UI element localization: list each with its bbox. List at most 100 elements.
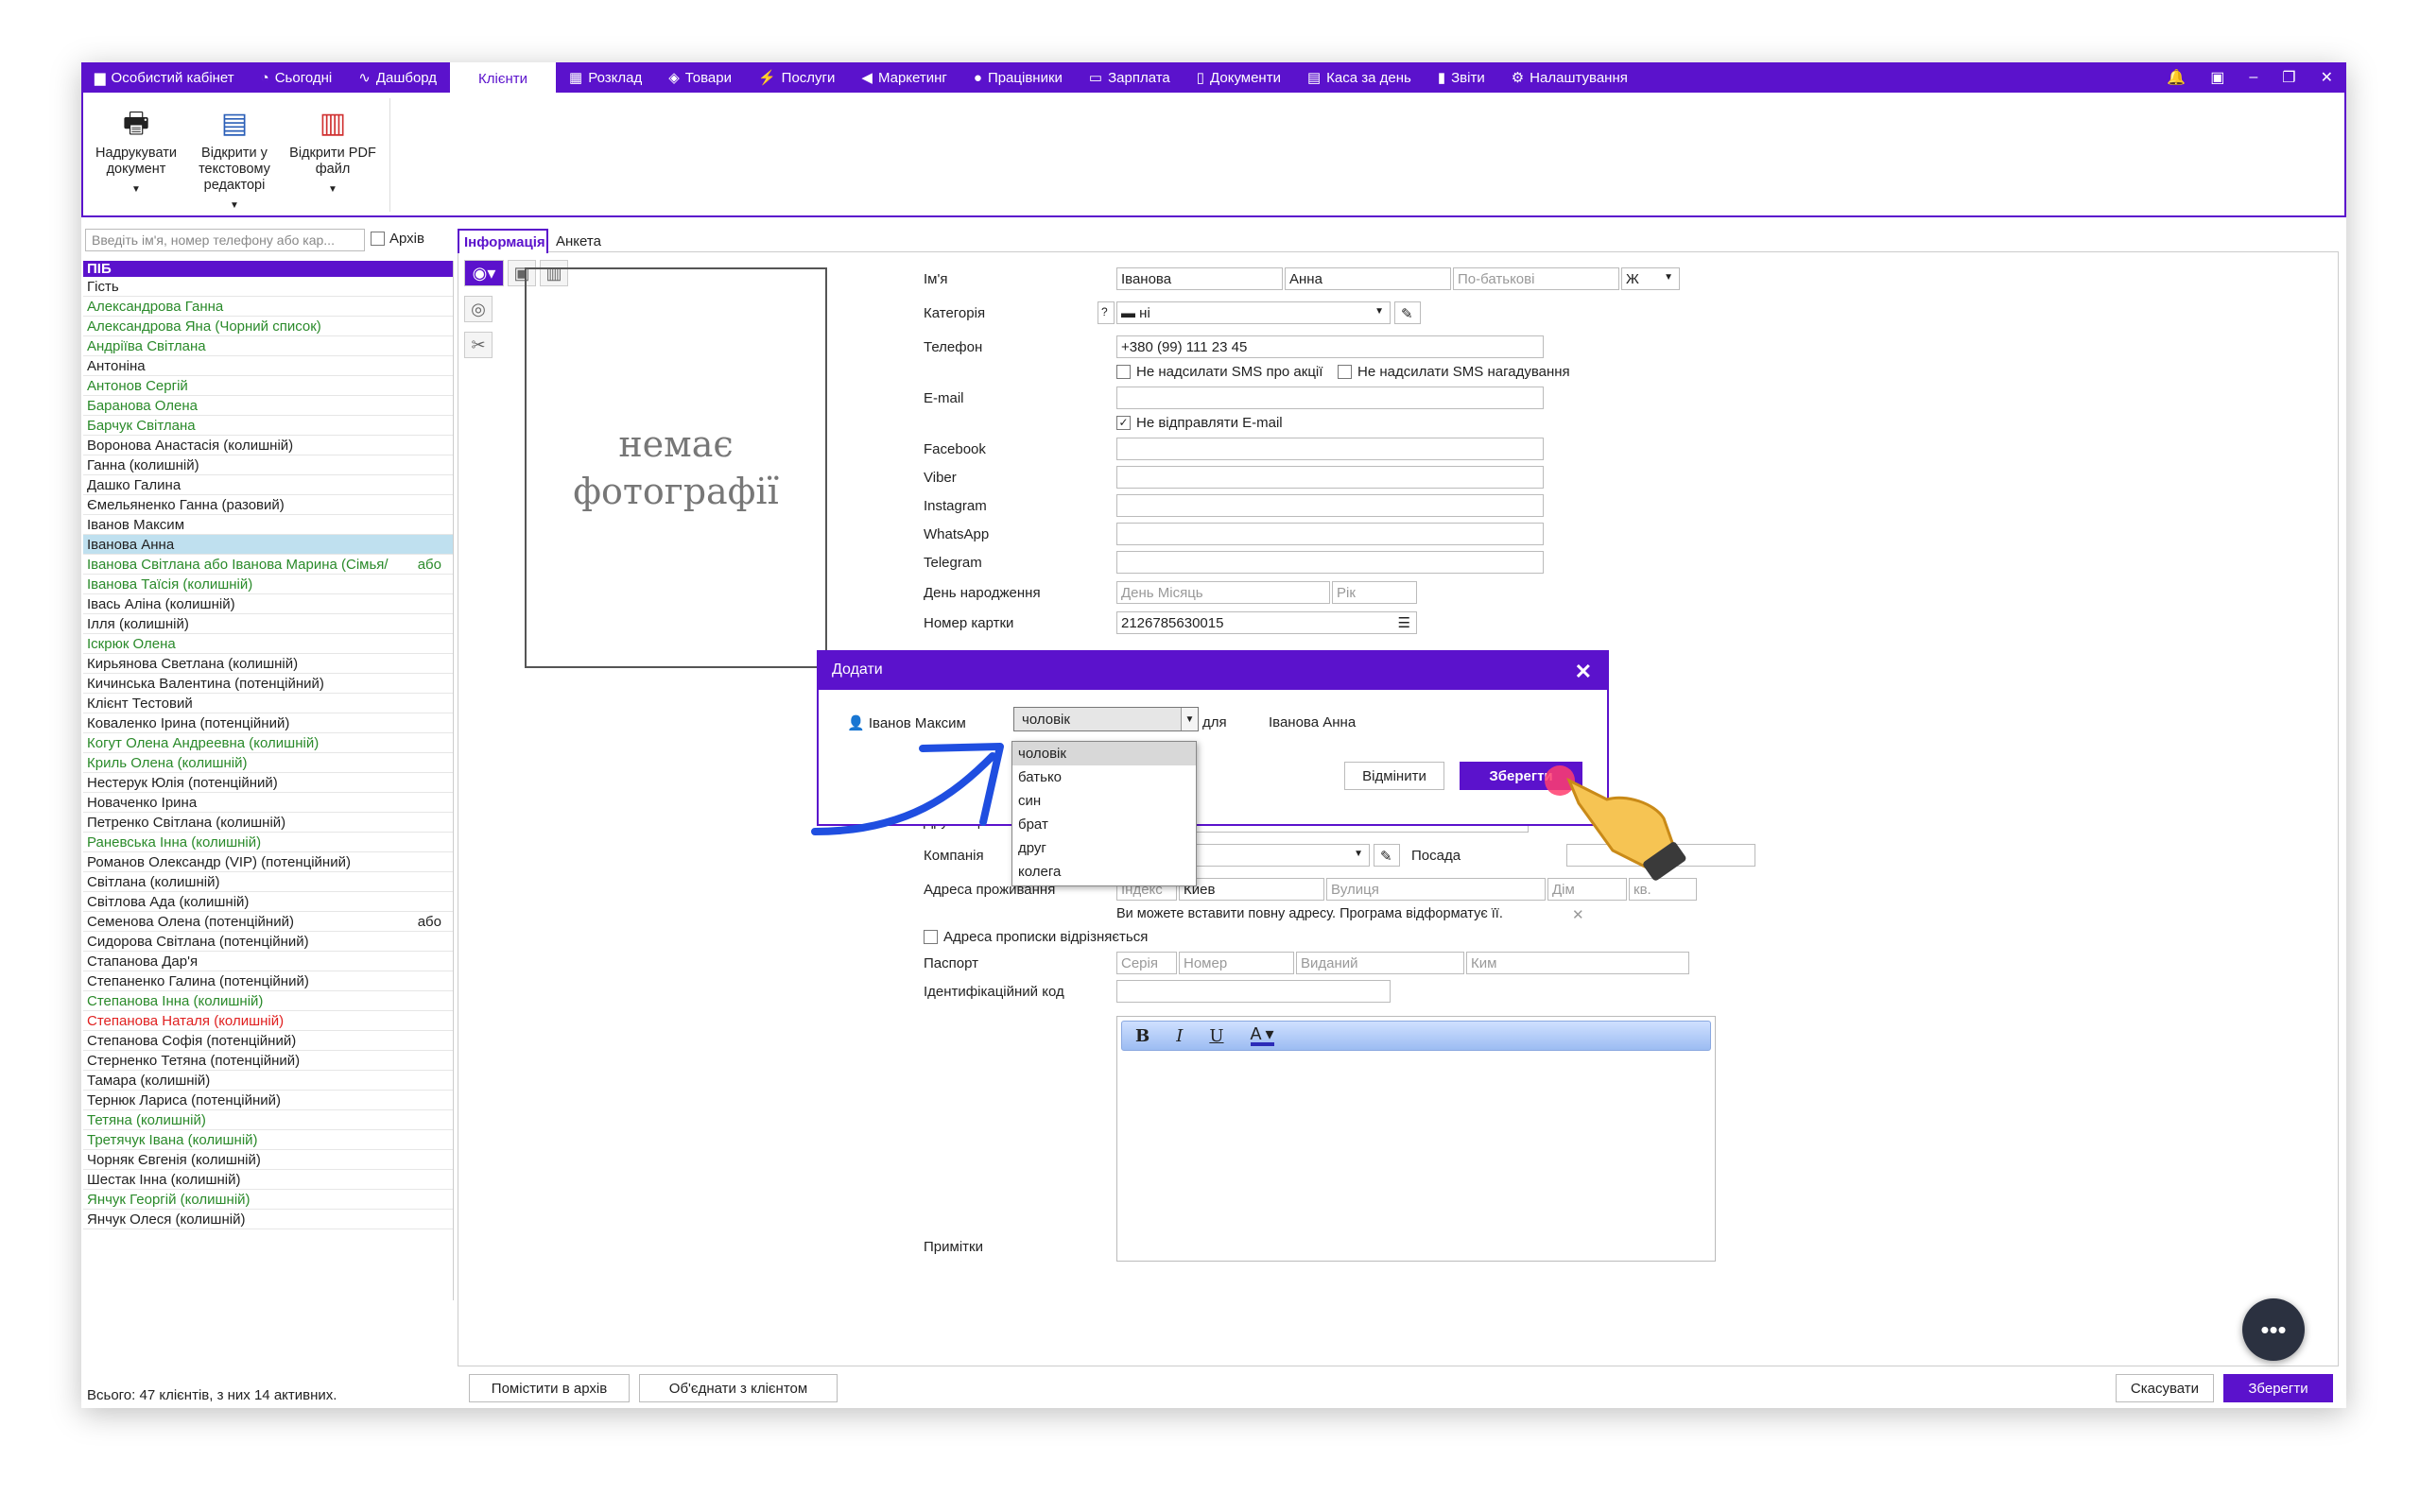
client-row[interactable]: Барчук Світлана: [83, 416, 453, 436]
nav-calculator[interactable]: ▤ Каса за день: [1294, 62, 1425, 93]
client-row[interactable]: Степанова Наталя (колишній): [83, 1011, 453, 1031]
client-row[interactable]: Баранова Олена: [83, 396, 453, 416]
client-row[interactable]: Степаненко Галина (потенційний): [83, 971, 453, 991]
client-row[interactable]: Кичинська Валентина (потенційний): [83, 674, 453, 694]
client-row[interactable]: Тетяна (колишній): [83, 1110, 453, 1130]
street-input[interactable]: Вулиця: [1326, 878, 1546, 901]
client-row[interactable]: Іванов Максим: [83, 515, 453, 535]
relation-option[interactable]: чоловік: [1012, 742, 1196, 765]
client-row[interactable]: Степанова Інна (колишній): [83, 991, 453, 1011]
client-row[interactable]: Третячук Івана (колишній): [83, 1130, 453, 1150]
city-input[interactable]: Киев: [1179, 878, 1324, 901]
relation-option[interactable]: батько: [1012, 765, 1196, 789]
email-input[interactable]: [1116, 387, 1544, 409]
client-row[interactable]: Янчук Олеся (колишній): [83, 1210, 453, 1229]
firstname-input[interactable]: Анна: [1285, 267, 1451, 290]
relation-option[interactable]: брат: [1012, 813, 1196, 836]
passport-series-input[interactable]: Серія: [1116, 952, 1177, 974]
chat-bubble-icon[interactable]: •••: [2242, 1298, 2305, 1361]
instagram-input[interactable]: [1116, 494, 1544, 517]
webcam-button[interactable]: ◎: [464, 296, 493, 322]
patronymic-input[interactable]: По-батькові: [1453, 267, 1619, 290]
client-row[interactable]: Коваленко Ірина (потенційний): [83, 713, 453, 733]
client-row[interactable]: Іванова Таїсія (колишній): [83, 575, 453, 594]
client-row[interactable]: Іванова Світлана або Іванова Марина (Сім…: [83, 555, 453, 575]
category-help-icon[interactable]: ?: [1098, 301, 1115, 324]
client-row[interactable]: Івась Аліна (колишній): [83, 594, 453, 614]
client-row[interactable]: Александрова Ганна: [83, 297, 453, 317]
nav-money[interactable]: ▭ Зарплата: [1076, 62, 1184, 93]
position-input[interactable]: [1566, 844, 1755, 867]
client-row[interactable]: Стерненко Тетяна (потенційний): [83, 1051, 453, 1071]
close-icon[interactable]: ✕: [2321, 68, 2333, 87]
client-row[interactable]: Когут Олена Андреевна (колишній): [83, 733, 453, 753]
italic-button[interactable]: I: [1176, 1026, 1183, 1046]
close-icon[interactable]: ✕: [1575, 660, 1592, 684]
phone-input[interactable]: +380 (99) 111 23 45: [1116, 335, 1544, 358]
client-row[interactable]: Нестерук Юлія (потенційний): [83, 773, 453, 793]
crop-button[interactable]: ✂: [464, 332, 493, 358]
minimize-icon[interactable]: –: [2249, 69, 2257, 86]
notes-editor[interactable]: B I U A ▾: [1116, 1016, 1716, 1262]
tab-info[interactable]: Інформація: [458, 229, 548, 253]
client-row[interactable]: Сидорова Світлана (потенційний): [83, 932, 453, 952]
dialog-save-button[interactable]: Зберегти: [1460, 762, 1582, 790]
surname-input[interactable]: Іванова: [1116, 267, 1283, 290]
open-pdf-button[interactable]: ▥ Відкрити PDF файл ▼: [285, 104, 380, 198]
client-row[interactable]: Антоніна: [83, 356, 453, 376]
edit-company-button[interactable]: ✎: [1374, 844, 1400, 867]
client-row[interactable]: Тамара (колишній): [83, 1071, 453, 1091]
nav-briefcase[interactable]: ▆ Особистий кабінет: [81, 62, 248, 93]
category-select[interactable]: ▬ ні ▼: [1116, 301, 1391, 324]
card-number-input[interactable]: 2126785630015 ☰: [1116, 611, 1417, 634]
nav-clients[interactable]: Клієнти: [450, 62, 557, 94]
birth-year-input[interactable]: Рік: [1332, 581, 1417, 604]
gender-select[interactable]: Ж ▼: [1621, 267, 1680, 290]
client-search-input[interactable]: Введіть ім'я, номер телефону або кар...: [85, 229, 365, 251]
client-row[interactable]: Клієнт Тестовий: [83, 694, 453, 713]
client-row[interactable]: Петренко Світлана (колишній): [83, 813, 453, 833]
edit-category-button[interactable]: ✎: [1394, 301, 1421, 324]
passport-issued-input[interactable]: Виданий: [1296, 952, 1464, 974]
add-photo-button[interactable]: ◉▾: [464, 260, 504, 286]
save-button[interactable]: Зберегти: [2223, 1374, 2333, 1402]
client-row[interactable]: Стапанова Дар'я: [83, 952, 453, 971]
relation-option[interactable]: колега: [1012, 860, 1196, 884]
nav-user[interactable]: ● Працівники: [960, 62, 1076, 93]
bold-button[interactable]: B: [1135, 1026, 1150, 1046]
cancel-button[interactable]: Скасувати: [2116, 1374, 2214, 1402]
client-row[interactable]: Антонов Сергій: [83, 376, 453, 396]
relation-select[interactable]: чоловік ▼: [1013, 707, 1199, 731]
client-row[interactable]: Новаченко Ірина: [83, 793, 453, 813]
client-row[interactable]: Іскрюк Олена: [83, 634, 453, 654]
dialog-cancel-button[interactable]: Відмінити: [1344, 762, 1444, 790]
lock-icon[interactable]: ▣: [2210, 68, 2224, 87]
client-row[interactable]: Ємельяненко Ганна (разовий): [83, 495, 453, 515]
nav-clock[interactable]: ◔ Сьогодні: [248, 62, 346, 93]
nav-megaphone[interactable]: ◀ Маркетинг: [848, 62, 959, 93]
whatsapp-input[interactable]: [1116, 523, 1544, 545]
relation-option[interactable]: син: [1012, 789, 1196, 813]
client-row[interactable]: Семенова Олена (потенційний) або: [83, 912, 453, 932]
no-sms-reminder-checkbox[interactable]: Не надсилати SMS нагадування: [1338, 364, 1570, 380]
no-email-checkbox[interactable]: ✓ Не відправляти E-mail: [1116, 415, 1283, 431]
client-row[interactable]: Тернюк Лариса (потенційний): [83, 1091, 453, 1110]
nav-bolt[interactable]: ⚡ Послуги: [745, 62, 848, 93]
client-row[interactable]: Кирьянова Светлана (колишній): [83, 654, 453, 674]
nav-calendar[interactable]: ▦ Розклад: [556, 62, 655, 93]
client-row[interactable]: Ілля (колишній): [83, 614, 453, 634]
open-text-editor-button[interactable]: ▤ Відкрити у текстовому редакторі ▼: [187, 104, 282, 214]
font-color-button[interactable]: A ▾: [1250, 1025, 1274, 1046]
client-row[interactable]: Раневська Інна (колишній): [83, 833, 453, 852]
relation-option[interactable]: друг: [1012, 836, 1196, 860]
client-row[interactable]: Воронова Анастасія (колишній): [83, 436, 453, 455]
close-icon[interactable]: ✕: [1572, 906, 1584, 923]
client-row[interactable]: Степанова Софія (потенційний): [83, 1031, 453, 1051]
address-reg-diff-checkbox[interactable]: Адреса прописки відрізняється: [924, 929, 1148, 945]
client-row[interactable]: Ганна (колишній): [83, 455, 453, 475]
facebook-input[interactable]: [1116, 438, 1544, 460]
client-row[interactable]: Іванова Анна: [83, 535, 453, 555]
nav-box[interactable]: ◈ Товари: [655, 62, 745, 93]
archive-client-button[interactable]: Помістити в архів: [469, 1374, 630, 1402]
nav-dashboard[interactable]: ∿ Дашборд: [345, 62, 450, 93]
